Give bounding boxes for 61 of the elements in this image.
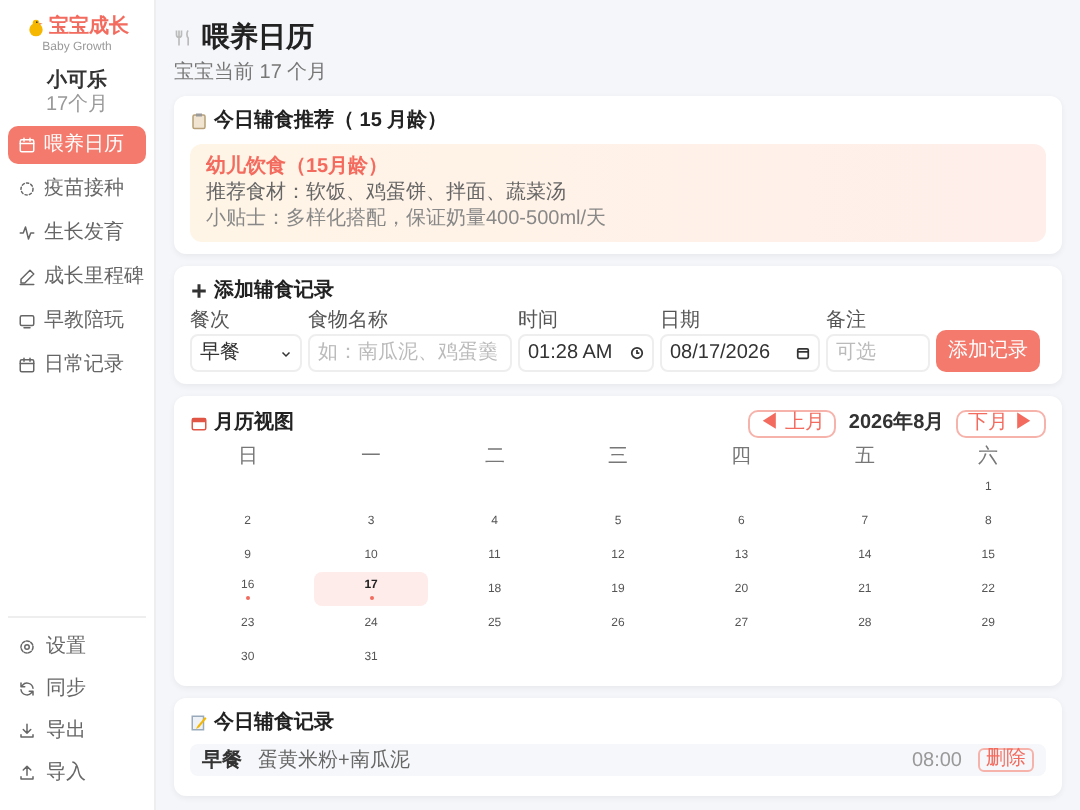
sidebar-action[interactable]: 设置 bbox=[8, 630, 146, 664]
caret-icon bbox=[280, 347, 292, 359]
memo-icon bbox=[190, 714, 208, 732]
time-field[interactable]: 01:28 AM bbox=[518, 334, 654, 372]
nav-item[interactable]: 日常记录 bbox=[8, 346, 146, 384]
section-title: 今日辅食推荐（ 15 月龄） bbox=[214, 108, 448, 134]
logo-title: 宝宝成长 bbox=[49, 16, 129, 40]
nav-item[interactable]: 疫苗接种 bbox=[8, 170, 146, 208]
pulse-icon bbox=[18, 224, 36, 242]
weekday-label: 三 bbox=[607, 444, 628, 470]
input-field[interactable]: 可选 bbox=[826, 334, 930, 372]
field-label: 日期 bbox=[660, 310, 702, 332]
profile-age: 17个月 bbox=[43, 94, 111, 116]
recommended-foods: 推荐食材：软饭、鸡蛋饼、拌面、蔬菜汤 bbox=[206, 182, 568, 206]
weekday-label: 四 bbox=[731, 444, 752, 470]
screen-icon bbox=[18, 312, 36, 330]
date-field[interactable]: 08/17/2026 bbox=[660, 334, 820, 372]
dashed-circle-icon bbox=[18, 180, 36, 198]
fork-knife-icon bbox=[174, 27, 194, 47]
input-field[interactable]: 如：南瓜泥、鸡蛋羹 bbox=[308, 334, 512, 372]
weekday-label: 五 bbox=[854, 444, 875, 470]
weekday-label: 日 bbox=[237, 444, 258, 470]
page-title: 喂养日历 bbox=[202, 20, 314, 54]
field-label: 食物名称 bbox=[308, 310, 390, 332]
section-title: 今日辅食记录 bbox=[214, 710, 334, 736]
section-title: 添加辅食记录 bbox=[214, 278, 334, 304]
field-label: 备注 bbox=[826, 310, 868, 332]
sidebar-action[interactable]: 导入 bbox=[8, 756, 146, 790]
field-label: 时间 bbox=[518, 310, 560, 332]
pen-icon bbox=[18, 268, 36, 286]
sidebar-action[interactable]: 导出 bbox=[8, 714, 146, 748]
section-title: 月历视图 bbox=[214, 410, 294, 436]
meal-select[interactable]: 早餐 bbox=[190, 334, 302, 372]
calendar-icon bbox=[190, 414, 208, 432]
upload-icon bbox=[18, 764, 36, 782]
calendar-icon bbox=[796, 346, 810, 360]
nav-item[interactable]: 生长发育 bbox=[8, 214, 146, 252]
weekday-label: 一 bbox=[361, 444, 382, 470]
settings-icon bbox=[18, 638, 36, 656]
weekday-label: 六 bbox=[978, 444, 999, 470]
stage-title: 幼儿饮食（15月龄） bbox=[206, 154, 391, 180]
month-label: 2026年8月 bbox=[848, 409, 945, 438]
chick-icon bbox=[25, 18, 45, 38]
weekday-label: 二 bbox=[484, 444, 505, 470]
calendar-icon bbox=[18, 136, 36, 154]
nav-item[interactable]: 早教陪玩 bbox=[8, 302, 146, 340]
tip-text: 小贴士：多样化搭配，保证奶量400-500ml/天 bbox=[206, 208, 609, 232]
meal-label: 早餐 bbox=[202, 747, 242, 775]
page-subtitle: 宝宝当前 17 个月 bbox=[174, 62, 330, 84]
field-label: 餐次 bbox=[190, 310, 232, 332]
calendar-icon bbox=[18, 356, 36, 374]
sync-icon bbox=[18, 680, 36, 698]
nav-item[interactable]: 成长里程碑 bbox=[8, 258, 146, 296]
food-name: 蛋黄米粉+南瓜泥 bbox=[258, 747, 412, 775]
sidebar-action[interactable]: 同步 bbox=[8, 672, 146, 706]
download-icon bbox=[18, 722, 36, 740]
plus-icon bbox=[190, 282, 208, 300]
record-time: 08:00 bbox=[911, 747, 962, 775]
clock-icon bbox=[630, 346, 644, 360]
profile-name: 小可乐 bbox=[44, 70, 109, 94]
clipboard-icon bbox=[190, 112, 208, 130]
